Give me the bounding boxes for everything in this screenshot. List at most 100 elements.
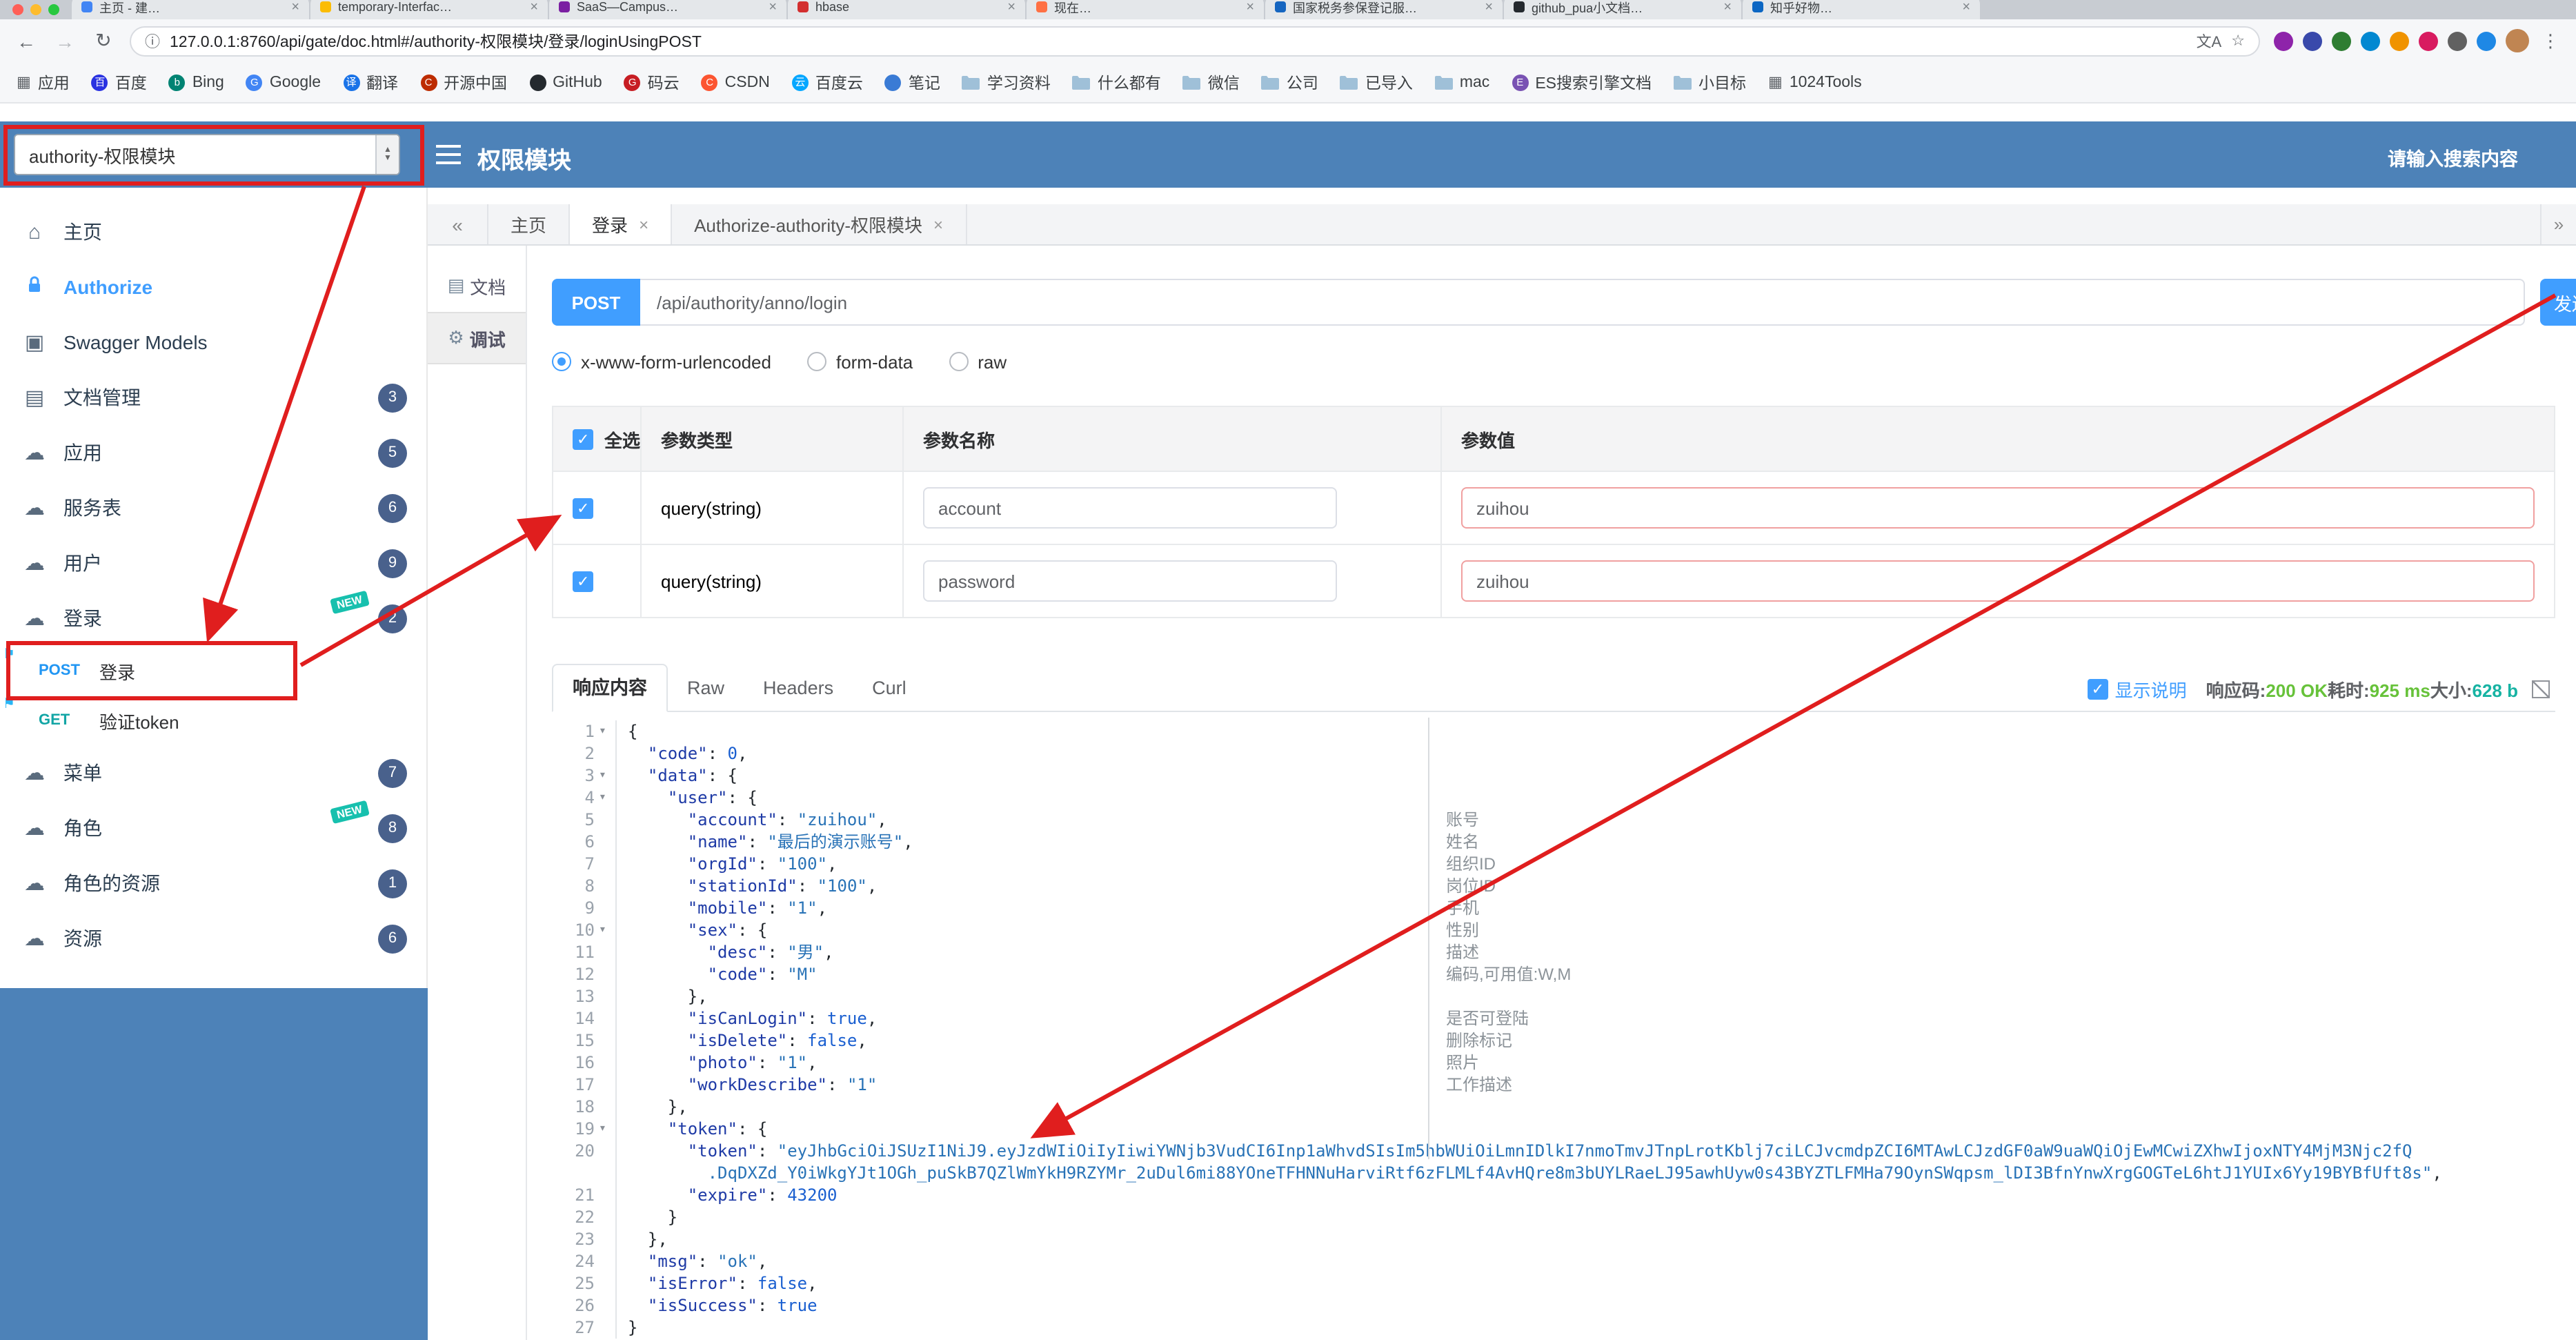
sidebar-item-11[interactable]: ☁ 资源 6	[0, 911, 426, 966]
reload-icon[interactable]: ↻	[91, 29, 116, 52]
fold-caret-icon[interactable]: ▾	[599, 1118, 617, 1140]
param-value-input[interactable]	[1461, 487, 2535, 529]
bookmark-item[interactable]: E ES搜索引擎文档	[1512, 71, 1652, 93]
browser-tab[interactable]: temporary-Interfac… ×	[310, 0, 548, 19]
bookmark-item[interactable]: 学习资料	[962, 71, 1051, 93]
bookmark-item[interactable]: 百百度	[91, 71, 147, 93]
extension-icon[interactable]	[2390, 31, 2409, 50]
tab-close-icon[interactable]: ×	[1723, 0, 1732, 14]
fullscreen-icon[interactable]	[2532, 680, 2550, 698]
browser-tab[interactable]: 现在… ×	[1027, 0, 1264, 19]
tab-close-icon[interactable]: ×	[1485, 0, 1493, 14]
extension-icon[interactable]	[2332, 31, 2351, 50]
bookmark-item[interactable]: 已导入	[1340, 71, 1413, 93]
browser-tab[interactable]: 国家税务参保登记服… ×	[1265, 0, 1503, 19]
radio-x-www-form-urlencoded[interactable]: x-www-form-urlencoded	[552, 351, 771, 372]
module-select[interactable]: authority-权限模块 ▲ ▼	[14, 134, 400, 175]
window-control-icon[interactable]	[12, 4, 23, 15]
bookmark-item[interactable]: ▦ 1024Tools	[1768, 73, 1862, 91]
param-name-input[interactable]	[923, 560, 1337, 602]
param-value-input[interactable]	[1461, 560, 2535, 602]
extension-icon[interactable]	[2477, 31, 2496, 50]
bookmark-item[interactable]: C CSDN	[701, 74, 770, 90]
window-control-icon[interactable]	[48, 4, 59, 15]
radio-raw[interactable]: raw	[949, 351, 1007, 372]
tab-close-icon[interactable]: ×	[530, 0, 538, 14]
sidebar-item-4[interactable]: ☁ 应用 5	[0, 425, 426, 480]
tab-curl[interactable]: Curl	[853, 665, 926, 711]
bookmark-item[interactable]: 译翻译	[343, 71, 398, 93]
tab-close-icon[interactable]: ×	[1246, 0, 1254, 14]
select-all-checkbox[interactable]	[573, 428, 593, 451]
header-search[interactable]: 请输入搜索内容	[2388, 144, 2518, 171]
browser-tab[interactable]: 主页 - 建… ×	[72, 0, 309, 19]
row-checkbox[interactable]	[573, 571, 593, 593]
extension-icon[interactable]	[2448, 31, 2467, 50]
sidebar-item-8[interactable]: ☁ 菜单 7	[0, 745, 426, 800]
collapse-tabs-button[interactable]: «	[428, 204, 488, 244]
profile-avatar[interactable]	[2506, 29, 2529, 52]
menu-icon[interactable]	[436, 145, 461, 148]
bookmark-item[interactable]: 小目标	[1674, 71, 1746, 93]
fold-caret-icon[interactable]: ▾	[599, 765, 617, 787]
fold-caret-icon[interactable]: ▾	[599, 720, 617, 742]
request-url-input[interactable]: /api/authority/anno/login	[640, 279, 2525, 326]
site-info-icon[interactable]: ⓘ	[145, 30, 160, 52]
extension-icon[interactable]	[2419, 31, 2438, 50]
radio-form-data[interactable]: form-data	[806, 351, 913, 372]
tab-login[interactable]: 登录 ×	[570, 204, 673, 244]
bookmark-item[interactable]: G 码云	[624, 71, 680, 93]
show-description-checkbox[interactable]	[2087, 678, 2108, 700]
fold-caret-icon[interactable]: ▾	[599, 919, 617, 941]
tab-close-icon[interactable]: ×	[291, 0, 299, 14]
bookmark-item[interactable]: mac	[1434, 74, 1489, 90]
sidebar-endpoint-post[interactable]: ⚑ POST 登录	[0, 646, 426, 696]
address-bar[interactable]: ⓘ 127.0.0.1:8760/api/gate/doc.html#/auth…	[130, 26, 2260, 56]
sidebar-item-1[interactable]: Authorize	[0, 259, 426, 315]
bookmark-item[interactable]: 微信	[1182, 71, 1240, 93]
tab-close-icon[interactable]: ×	[1962, 0, 1970, 14]
row-checkbox[interactable]	[573, 497, 593, 520]
tab-response-content[interactable]: 响应内容	[552, 664, 668, 712]
sidebar-endpoint-get[interactable]: ⚑ GET 验证token	[0, 696, 426, 745]
sidebar-item-2[interactable]: ▣ Swagger Models	[0, 315, 426, 370]
translate-icon[interactable]: 文A	[2197, 30, 2222, 52]
bookmark-item[interactable]: 什么都有	[1072, 71, 1161, 93]
sidebar-item-6[interactable]: ☁ 用户 9	[0, 535, 426, 591]
fold-caret-icon[interactable]: ▾	[599, 787, 617, 809]
bookmark-item[interactable]: 笔记	[884, 71, 940, 93]
bookmark-item[interactable]: GitHub	[529, 74, 602, 90]
bookmark-item[interactable]: G Google	[246, 74, 321, 90]
sidebar-item-10[interactable]: ☁ 角色的资源 1	[0, 856, 426, 911]
tab-close-icon[interactable]: ×	[769, 0, 777, 14]
bookmark-item[interactable]: 公司	[1261, 71, 1318, 93]
tab-close-icon[interactable]: ×	[1007, 0, 1015, 14]
extension-icon[interactable]	[2303, 31, 2322, 50]
tab-home[interactable]: 主页	[488, 204, 571, 244]
send-button[interactable]: 发送	[2540, 279, 2576, 326]
sidebar-item-3[interactable]: ▤ 文档管理 3	[0, 370, 426, 425]
bookmark-star-icon[interactable]: ☆	[2231, 32, 2245, 50]
bookmark-item[interactable]: b Bing	[168, 74, 224, 90]
browser-tab[interactable]: 知乎好物… ×	[1743, 0, 1980, 19]
browser-tab[interactable]: hbase ×	[788, 0, 1025, 19]
sidebar-item-0[interactable]: ⌂ 主页	[0, 204, 426, 259]
bookmark-item[interactable]: 云百度云	[791, 71, 863, 93]
expand-tabs-button[interactable]: »	[2540, 204, 2576, 244]
tab-authorize-module[interactable]: Authorize-authority-权限模块 ×	[672, 204, 967, 244]
browser-tab[interactable]: SaaS—Campus… ×	[549, 0, 786, 19]
sidebar-item-7[interactable]: ☁ 登录 NEW 2	[0, 590, 426, 646]
extension-icon[interactable]	[2274, 31, 2293, 50]
tab-debug[interactable]: ⚙ 调试	[428, 312, 526, 364]
close-tab-icon[interactable]: ×	[933, 215, 943, 234]
window-control-icon[interactable]	[30, 4, 41, 15]
param-name-input[interactable]	[923, 487, 1337, 529]
sidebar-item-5[interactable]: ☁ 服务表 6	[0, 480, 426, 535]
close-tab-icon[interactable]: ×	[639, 215, 648, 234]
tab-headers[interactable]: Headers	[744, 665, 853, 711]
sidebar-item-9[interactable]: ☁ 角色 NEW 8	[0, 800, 426, 856]
forward-icon[interactable]: →	[52, 30, 77, 52]
browser-menu-icon[interactable]: ⋮	[2539, 30, 2562, 52]
back-icon[interactable]: ←	[14, 30, 39, 52]
bookmark-item[interactable]: C 开源中国	[420, 71, 507, 93]
